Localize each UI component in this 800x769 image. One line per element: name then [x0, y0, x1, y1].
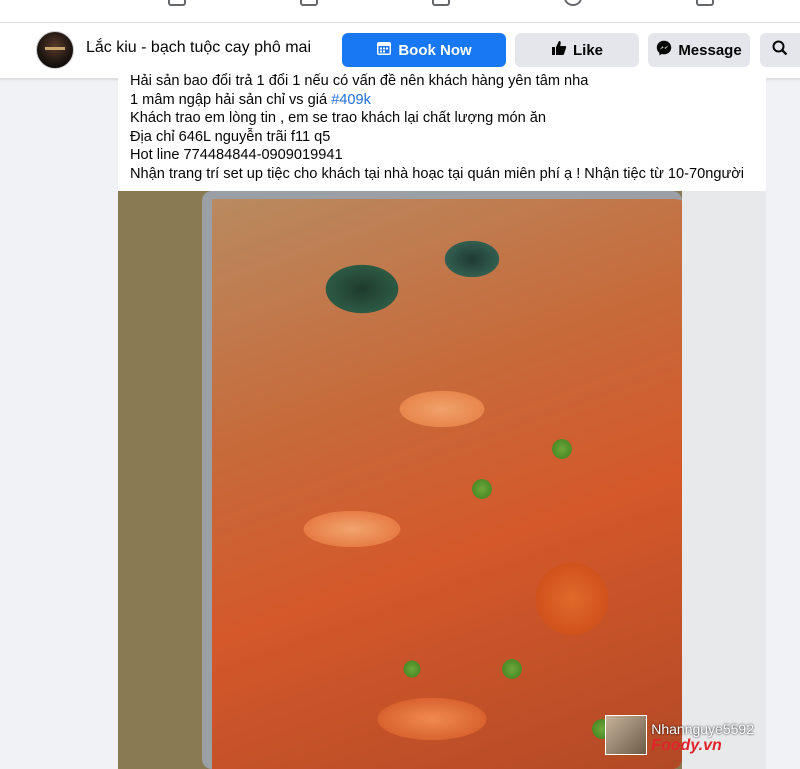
home-icon[interactable]	[168, 0, 186, 6]
like-button[interactable]: Like	[515, 33, 639, 67]
post-line: Hải sản bao đổi trả 1 đổi 1 nếu có vấn đ…	[130, 73, 589, 89]
post-photo[interactable]: Nhannguye5592 Foody.vn	[118, 191, 766, 769]
top-navigation-bar	[0, 0, 800, 23]
hashtag-link[interactable]: #409k	[331, 92, 371, 108]
thumbs-up-icon	[551, 40, 567, 60]
foody-watermark: Nhannguye5592 Foody.vn	[605, 715, 754, 755]
post-line-text: 1 mâm ngập hải sản chỉ vs giá	[130, 91, 332, 108]
seafood-tray-image	[202, 191, 682, 769]
page-avatar[interactable]	[36, 31, 74, 69]
marketplace-icon[interactable]	[432, 0, 450, 6]
post-card: Hải sản bao đổi trả 1 đổi 1 nếu có vấn đ…	[118, 73, 766, 769]
post-text: Hải sản bao đổi trả 1 đổi 1 nếu có vấn đ…	[130, 72, 770, 184]
messenger-icon	[656, 40, 672, 60]
search-button[interactable]	[760, 33, 800, 67]
watch-icon[interactable]	[300, 0, 318, 6]
photo-background	[682, 191, 766, 769]
post-line: Nhận trang trí set up tiệc cho khách tại…	[130, 165, 745, 182]
watermark-username: Nhannguye5592	[651, 721, 754, 737]
book-now-button[interactable]: Book Now	[342, 33, 506, 67]
watermark-thumbnail	[605, 715, 648, 755]
page-name[interactable]: Lắc kiu - bạch tuộc cay phô mai	[86, 39, 311, 57]
foody-logo: Foody.vn	[651, 737, 722, 754]
page-header-bar: Lắc kiu - bạch tuộc cay phô mai Book Now…	[0, 23, 800, 79]
post-line: 1 mâm ngập hải sản chỉ vs giá #409k	[130, 91, 770, 110]
search-icon	[772, 40, 788, 60]
gaming-icon[interactable]	[696, 0, 714, 6]
groups-icon[interactable]	[564, 0, 582, 6]
message-label: Message	[678, 41, 742, 59]
message-button[interactable]: Message	[648, 33, 750, 67]
post-line: Khách trao em lòng tin , em se trao khác…	[130, 110, 547, 127]
post-line: Hot line 774484844-0909019941	[130, 147, 343, 164]
book-now-label: Book Now	[398, 41, 472, 59]
post-line: Địa chỉ 646L nguyễn trãi f11 q5	[130, 128, 331, 145]
like-label: Like	[572, 41, 603, 59]
calendar-icon	[376, 40, 392, 60]
